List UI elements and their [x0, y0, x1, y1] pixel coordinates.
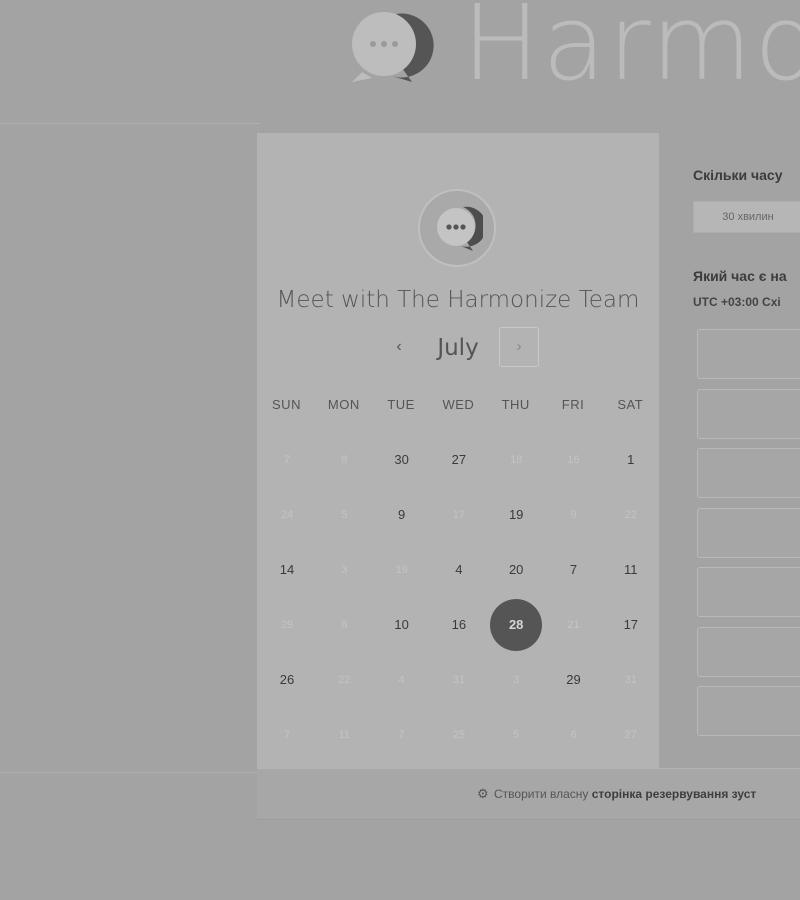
chat-bubble-icon [437, 206, 483, 251]
footer-link-prefix: Створити власну [494, 787, 589, 801]
weekday-label: FRI [561, 397, 585, 412]
booking-column: Скільки часу 30 хвилин Який час є на UTC… [659, 133, 800, 768]
weekday-label: THU [501, 397, 530, 412]
calendar-day: 21 [567, 619, 580, 631]
timezone-offset: UTC +03:00 [693, 295, 759, 309]
duration-selector: 30 хвилин [693, 201, 800, 233]
duration-question: Скільки часу [693, 167, 783, 183]
footer: ⚙ Створити власну сторінка резервування … [257, 768, 800, 820]
selected-day[interactable]: 28 [490, 599, 543, 651]
calendar-day: 18 [510, 454, 523, 466]
calendar-day: 16 [567, 454, 580, 466]
time-question: Який час є на [693, 268, 787, 284]
sprocket-icon: ⚙ [477, 786, 489, 801]
calendar-day: 8 [341, 454, 348, 466]
calendar-day: 7 [283, 454, 291, 466]
calendar-day: 29 [280, 619, 294, 631]
weekday-header: SUN MON TUE WED THU FRI SAT [257, 397, 659, 417]
time-slot-button[interactable] [697, 388, 800, 439]
weekday-label: TUE [387, 397, 415, 412]
avatar [418, 189, 496, 267]
calendar-day: 31 [452, 674, 466, 686]
divider [0, 772, 260, 773]
calendar-day[interactable]: 20 [490, 544, 542, 596]
calendar-day[interactable]: 1 [605, 434, 657, 486]
timezone-label: UTC +03:00 Схі [693, 295, 781, 309]
calendar-day: 17 [452, 509, 466, 521]
weekday-label: MON [327, 397, 360, 412]
brand-logo: Harmonize [338, 0, 800, 90]
month-label: July [437, 335, 479, 361]
calendar-day[interactable]: 16 [433, 599, 485, 651]
divider [0, 123, 260, 124]
chevron-right-icon[interactable]: › [499, 327, 539, 367]
calendar-day: 7 [283, 729, 291, 741]
time-slot-button[interactable] [697, 686, 800, 736]
timezone-name: Схі [762, 295, 781, 309]
calendar-day[interactable]: 10 [376, 599, 428, 651]
chat-bubble-logo-icon [352, 12, 434, 82]
calendar-day: 5 [341, 509, 348, 521]
calendar-day[interactable]: 19 [490, 489, 542, 541]
calendar-day: 3 [341, 564, 348, 576]
create-booking-page-link[interactable]: ⚙ Створити власну сторінка резервування … [477, 786, 756, 802]
calendar-day[interactable]: 9 [376, 489, 428, 541]
time-slot-button[interactable] [697, 329, 800, 379]
calendar-day: 31 [624, 674, 637, 686]
brand-name: Harmonize [462, 0, 800, 90]
calendar-day: 4 [398, 674, 405, 686]
calendar-day: 24 [280, 509, 294, 521]
calendar-day: 27 [624, 729, 637, 741]
calendar-day: 9 [570, 509, 577, 521]
calendar-day: 22 [338, 674, 351, 686]
calendar-day[interactable]: 26 [261, 654, 313, 706]
calendar-day[interactable]: 14 [261, 544, 313, 596]
time-slot-button[interactable] [697, 448, 800, 498]
calendar-day[interactable]: 17 [605, 599, 657, 651]
calendar-day: 11 [338, 729, 350, 741]
calendar-day[interactable]: 27 [433, 434, 485, 486]
calendar-day: 19 [395, 564, 408, 576]
calendar-day: 5 [513, 729, 520, 741]
calendar-day: 25 [452, 729, 466, 741]
footer-link-bold: сторінка резервування зуст [591, 787, 757, 801]
month-navigation: ‹ July › [257, 327, 659, 369]
weekday-label: SAT [617, 397, 644, 412]
time-slot-button[interactable] [697, 626, 800, 677]
chevron-left-icon[interactable]: ‹ [387, 333, 411, 361]
calendar-day[interactable]: 29 [548, 654, 600, 706]
time-slot-button[interactable] [697, 567, 800, 617]
calendar-day[interactable]: 4 [433, 544, 485, 596]
weekday-label: WED [442, 397, 475, 412]
calendar-panel: Meet with The Harmonize Team ‹ July › SU… [257, 133, 659, 768]
calendar-day: 22 [624, 509, 637, 521]
weekday-label: SUN [272, 397, 301, 412]
calendar-day[interactable]: 30 [376, 434, 428, 486]
calendar-day: 8 [341, 619, 348, 631]
duration-option-button[interactable]: 30 хвилин [694, 202, 800, 232]
calendar-day: 3 [513, 674, 520, 686]
time-slot-button[interactable] [697, 507, 800, 558]
calendar-day[interactable]: 7 [548, 544, 600, 596]
calendar-day: 7 [398, 729, 405, 741]
calendar-day[interactable]: 11 [605, 544, 657, 596]
meeting-title: Meet with The Harmonize Team [276, 287, 640, 313]
calendar-day: 6 [570, 729, 577, 741]
